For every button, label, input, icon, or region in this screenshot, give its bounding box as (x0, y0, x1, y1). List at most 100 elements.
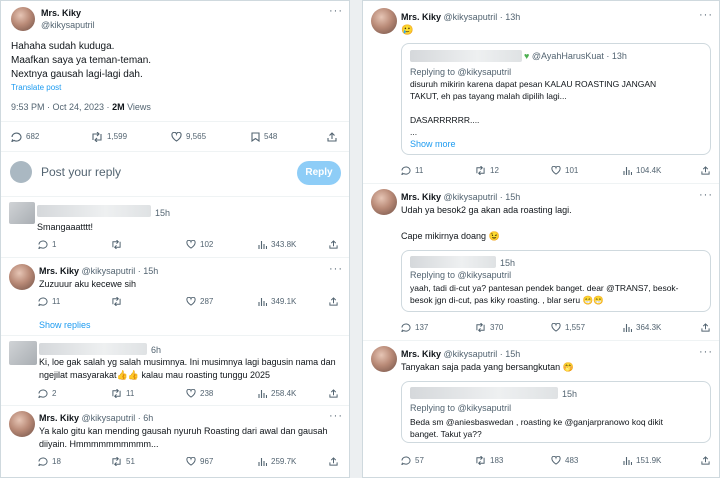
share-button[interactable] (329, 240, 338, 252)
redacted-username (39, 343, 147, 355)
avatar[interactable] (371, 189, 397, 215)
like-button[interactable]: 102 (186, 240, 213, 250)
share-button[interactable] (701, 456, 710, 468)
reply-button[interactable]: 1 (38, 240, 56, 250)
share-button[interactable] (329, 457, 338, 469)
quoted-tweet[interactable]: 15h Replying to @kikysaputril Beda sm @a… (401, 381, 711, 443)
replying-to[interactable]: Replying to @kikysaputril (410, 402, 511, 414)
like-button[interactable]: 101 (551, 166, 578, 176)
repost-button[interactable]: 11 (111, 389, 134, 399)
reply-input[interactable]: Post your reply (41, 165, 121, 180)
more-icon[interactable]: ··· (329, 5, 343, 17)
reply-icon (38, 240, 48, 250)
more-icon[interactable]: ··· (329, 410, 343, 422)
like-button[interactable]: 9,565 (171, 132, 206, 142)
views-button[interactable]: 343.8K (258, 240, 296, 250)
share-button[interactable] (327, 132, 337, 145)
repost-count: 12 (490, 166, 499, 175)
views-button[interactable]: 364.3K (623, 323, 661, 333)
share-button[interactable] (701, 166, 710, 178)
repost-button[interactable] (111, 297, 126, 307)
bookmark-button[interactable]: 548 (251, 132, 277, 142)
reply-button[interactable]: 682 (11, 132, 39, 142)
repost-icon (476, 166, 485, 176)
replying-to[interactable]: Replying to @kikysaputril (410, 269, 511, 281)
translate-link[interactable]: Translate post (11, 82, 61, 94)
author-name[interactable]: Mrs. Kiky (41, 7, 81, 19)
avatar[interactable] (371, 8, 397, 34)
share-button[interactable] (329, 297, 338, 309)
author-name[interactable]: Mrs. Kiky (401, 12, 441, 22)
reply-button[interactable]: 11 (401, 166, 423, 176)
reply-avatar[interactable] (9, 264, 35, 290)
repost-button[interactable] (111, 240, 126, 250)
reply-button[interactable]: 57 (401, 456, 424, 466)
views-button[interactable]: 349.1K (258, 297, 296, 307)
like-button[interactable]: 238 (186, 389, 213, 399)
analytics-icon (258, 241, 267, 250)
author-name[interactable]: Mrs. Kiky (401, 192, 441, 202)
analytics-icon (623, 324, 632, 333)
like-button[interactable]: 967 (186, 457, 213, 467)
repost-button[interactable]: 12 (475, 166, 499, 176)
reply-icon (11, 132, 22, 142)
more-icon[interactable]: ··· (699, 346, 713, 358)
show-more-link[interactable]: Show more (410, 138, 456, 150)
author-handle[interactable]: @kikysaputril · 15h (82, 266, 159, 276)
avatar[interactable] (371, 346, 397, 372)
reply-count: 57 (415, 456, 424, 465)
analytics-icon (258, 458, 267, 467)
more-icon[interactable]: ··· (699, 9, 713, 21)
author-handle[interactable]: @kikysaputril · 15h (444, 192, 521, 202)
like-count: 102 (200, 240, 214, 249)
reply-icon (38, 457, 48, 467)
reply-icon (38, 389, 48, 399)
reply-avatar[interactable] (9, 341, 37, 365)
reply-icon (401, 166, 411, 176)
author-handle[interactable]: @kikysaputril · 13h (444, 12, 521, 22)
tweet-meta: 9:53 PM · Oct 24, 2023 · 2M Views (11, 101, 151, 113)
repost-button[interactable]: 51 (111, 457, 135, 467)
reply-button[interactable]: 2 (38, 389, 56, 399)
avatar[interactable] (11, 7, 35, 31)
tweet-text: Tanyakan saja pada yang bersangkutan 🤭 (401, 362, 574, 372)
share-button[interactable] (329, 389, 338, 401)
author-handle[interactable]: @kikysaputril · 6h (82, 413, 154, 423)
quoted-tweet[interactable]: ♥ @AyahHarusKuat · 13h Replying to @kiky… (401, 43, 711, 155)
reply-button[interactable]: 137 (401, 323, 428, 333)
reply-avatar[interactable] (9, 202, 35, 224)
repost-button[interactable]: 1,599 (91, 132, 127, 142)
heart-icon (186, 240, 196, 250)
views-button[interactable]: 259.7K (258, 457, 296, 467)
like-button[interactable]: 287 (186, 297, 213, 307)
repost-icon (92, 132, 102, 142)
views-button[interactable]: 151.9K (623, 456, 661, 466)
more-icon[interactable]: ··· (699, 189, 713, 201)
reply-submit-button[interactable]: Reply (297, 161, 341, 185)
author-handle[interactable]: @kikysaputril (41, 19, 95, 31)
share-icon (327, 132, 337, 142)
reply-button[interactable]: 18 (38, 457, 61, 467)
author-name[interactable]: Mrs. Kiky (39, 266, 79, 276)
views-button[interactable]: 258.4K (258, 389, 296, 399)
author-name[interactable]: Mrs. Kiky (401, 349, 441, 359)
reply-avatar[interactable] (9, 411, 35, 437)
views-button[interactable]: 104.4K (623, 166, 661, 176)
author-handle[interactable]: @kikysaputril · 15h (444, 349, 521, 359)
reply-button[interactable]: 11 (38, 297, 60, 307)
show-replies-link[interactable]: Show replies (39, 319, 91, 331)
like-count: 238 (200, 389, 214, 398)
quoted-tweet[interactable]: 15h Replying to @kikysaputril yaah, tadi… (401, 250, 711, 312)
author-name[interactable]: Mrs. Kiky (39, 413, 79, 423)
replying-to[interactable]: Replying to @kikysaputril (410, 66, 511, 78)
tweet-text: Udah ya besok2 ga akan ada roasting lagi… (401, 205, 572, 241)
like-button[interactable]: 483 (551, 456, 578, 466)
redacted-username (37, 205, 151, 217)
repost-button[interactable]: 183 (475, 456, 503, 466)
repost-button[interactable]: 370 (475, 323, 503, 333)
share-button[interactable] (701, 323, 710, 335)
like-button[interactable]: 1,557 (551, 323, 585, 333)
more-icon[interactable]: ··· (329, 263, 343, 275)
heart-icon (551, 456, 561, 466)
quote-handle[interactable]: @AyahHarusKuat · 13h (532, 51, 627, 61)
